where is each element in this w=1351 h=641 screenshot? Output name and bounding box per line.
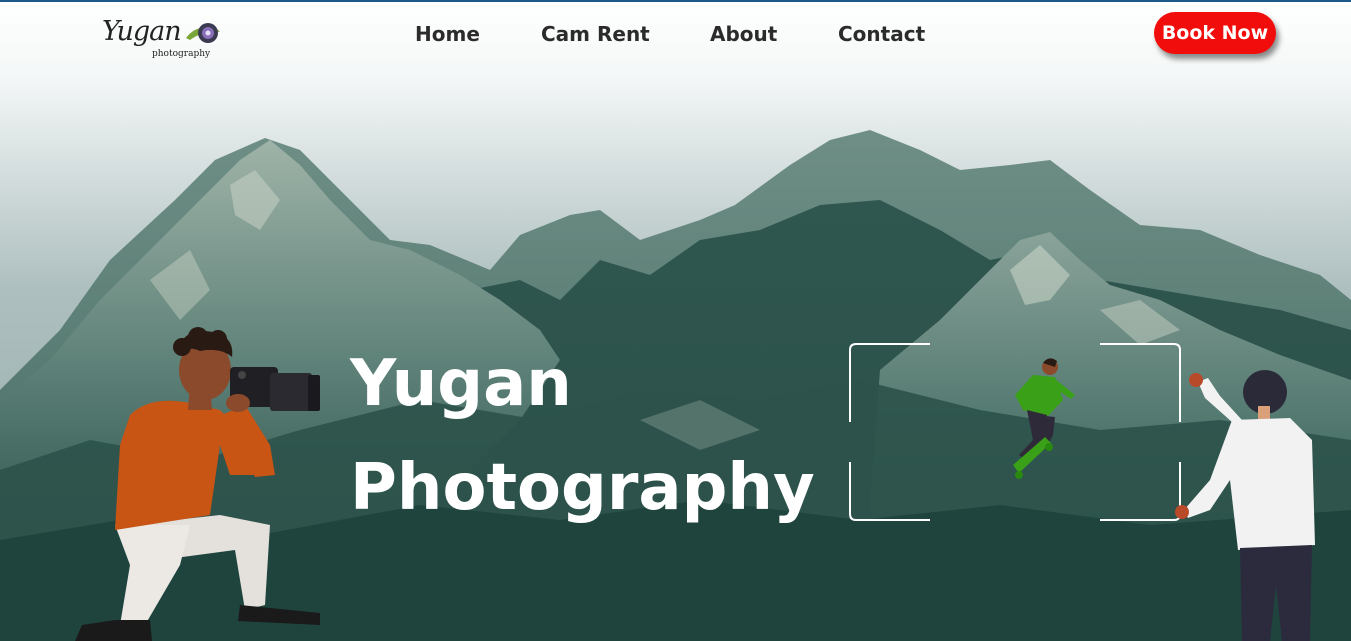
hero-title: Yugan Photography	[350, 332, 815, 540]
nav-contact-link[interactable]: Contact	[838, 22, 925, 46]
photographer-illustration	[75, 327, 320, 641]
navbar: Yugan photography Home Cam Rent About Co…	[0, 2, 1351, 66]
hero-title-line-1: Yugan	[350, 347, 572, 421]
nav-about-link[interactable]: About	[710, 22, 777, 46]
camera-lens-logo-icon	[186, 23, 220, 43]
book-now-button[interactable]: Book Now	[1154, 12, 1276, 54]
skateboarder-illustration	[1013, 358, 1075, 479]
logo-text: Yugan	[102, 16, 182, 47]
hero-title-line-2: Photography	[350, 451, 815, 525]
brand-logo[interactable]: Yugan photography	[102, 16, 224, 64]
nav-home-link[interactable]: Home	[415, 22, 480, 46]
logo-subtext: photography	[152, 49, 211, 59]
nav-cam-rent-link[interactable]: Cam Rent	[541, 22, 650, 46]
viewer-illustration	[1175, 370, 1315, 641]
